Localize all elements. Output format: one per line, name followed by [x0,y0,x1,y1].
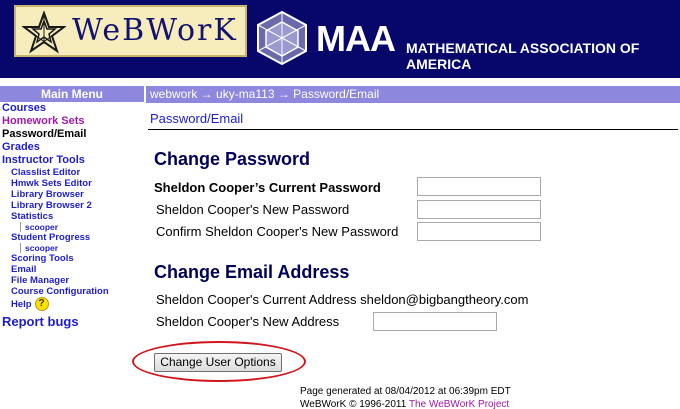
breadcrumb: webwork → uky-ma113 → Password/Email [146,86,680,103]
report-bugs-link[interactable]: Report bugs [0,313,144,331]
menu-title: Main Menu [0,86,144,102]
maa-polyhedron-icon [257,10,307,66]
help-icon[interactable]: ? [34,297,49,311]
divider [148,129,678,130]
menu-item-file-manager[interactable]: File Manager [0,275,144,286]
current-password-label: Sheldon Cooper’s Current Password [154,180,381,195]
new-address-label: Sheldon Cooper's New Address [156,314,340,329]
webwork-logo-text: WeBWorK [72,13,238,48]
current-address-line: Sheldon Cooper's Current Address sheldon… [156,292,528,307]
menu-item-course-configuration[interactable]: Course Configuration [0,286,144,297]
menu-item-statistics-user[interactable]: scooper [20,222,144,232]
maa-logo-text: MAA [316,18,396,59]
breadcrumb-text[interactable]: webwork → uky-ma113 → Password/Email [150,87,379,101]
current-address-value: sheldon@bigbangtheory.com [360,292,529,307]
new-password-label: Sheldon Cooper's New Password [156,202,350,217]
new-password-field[interactable] [417,200,541,219]
change-password-heading: Change Password [154,149,311,169]
change-user-options-button[interactable]: Change User Options [154,353,282,372]
menu-item-statistics[interactable]: Statistics [0,211,144,222]
change-email-heading: Change Email Address [154,262,350,282]
main-menu: Main Menu Courses Homework Sets Password… [0,86,144,386]
menu-item-library-browser-2[interactable]: Library Browser 2 [0,200,144,211]
help-label: Help [11,298,32,310]
menu-item-email[interactable]: Email [0,264,144,275]
current-password-field[interactable] [417,177,541,196]
menu-item-help[interactable]: Help ? [0,297,144,311]
menu-item-library-browser[interactable]: Library Browser [0,189,144,200]
webwork-project-link[interactable]: The WeBWorK Project [409,399,509,409]
menu-item-grades[interactable]: Grades [0,141,144,154]
maa-full-name: MATHEMATICAL ASSOCIATION OF AMERICA [406,40,640,72]
menu-item-student-progress[interactable]: Student Progress [0,232,144,243]
footer-copyright: WeBWorK © 1996-2011 [300,399,407,409]
menu-item-classlist-editor[interactable]: Classlist Editor [0,167,144,178]
new-email-field[interactable] [373,312,497,331]
menu-item-password-email: Password/Email [2,128,87,140]
footer-generated: Page generated at 08/04/2012 at 06:39pm … [300,386,511,397]
confirm-password-label: Confirm Sheldon Cooper's New Password [156,224,399,239]
menu-item-instructor-tools[interactable]: Instructor Tools [0,154,144,167]
menu-item-courses[interactable]: Courses [0,102,144,115]
confirm-password-field[interactable] [417,222,541,241]
page-title-link[interactable]: Password/Email [150,111,243,126]
menu-item-hmwk-sets-editor[interactable]: Hmwk Sets Editor [0,178,144,189]
menu-item-scoring-tools[interactable]: Scoring Tools [0,253,144,264]
webwork-logo[interactable]: WeBWorK [14,5,247,57]
webwork-star-icon [22,11,66,54]
current-address-label: Sheldon Cooper's Current Address [156,292,357,307]
menu-item-student-progress-user[interactable]: scooper [20,243,144,253]
menu-item-homework-sets[interactable]: Homework Sets [0,115,144,128]
footer-copyright-line: WeBWorK © 1996-2011 The WeBWorK Project [300,399,509,409]
header-banner: WeBWorK MAA MATHEMATICAL ASSOCIATION OF … [0,0,680,78]
